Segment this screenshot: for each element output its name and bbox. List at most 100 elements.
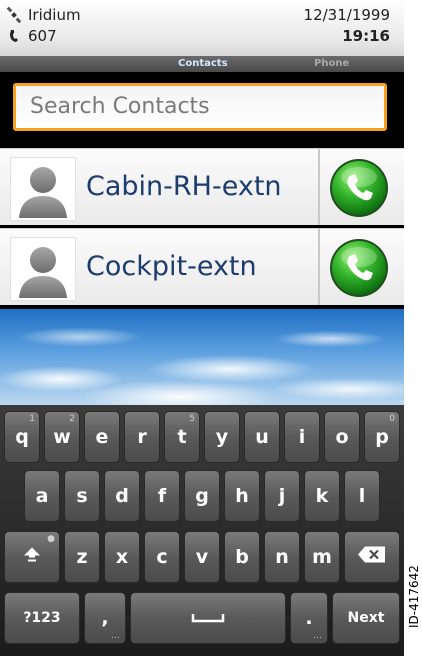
key-label: b — [235, 546, 249, 568]
key-k[interactable]: k — [304, 470, 340, 522]
contact-avatar-icon — [10, 237, 76, 301]
key-e[interactable]: e — [84, 411, 120, 463]
key-h[interactable]: h — [224, 470, 260, 522]
key-n[interactable]: n — [264, 531, 300, 583]
handset-icon — [6, 28, 22, 44]
row-divider — [318, 229, 320, 305]
search-area — [0, 72, 404, 146]
row-divider — [318, 149, 320, 225]
shift-hint: ● — [47, 534, 55, 544]
key-x[interactable]: x — [104, 531, 140, 583]
key-label: y — [215, 426, 229, 448]
wallpaper-sky — [0, 309, 404, 405]
satellite-icon — [6, 7, 22, 23]
key-z[interactable]: z — [64, 531, 100, 583]
document-id-label: ID-417642 — [407, 565, 421, 628]
key-q[interactable]: q1 — [4, 411, 40, 463]
next-key-label: Next — [347, 610, 385, 626]
key-y[interactable]: y — [204, 411, 240, 463]
phone-call-icon — [330, 159, 388, 217]
key-p[interactable]: p0 — [364, 411, 400, 463]
line-number: 607 — [28, 27, 57, 45]
key-label: a — [35, 485, 49, 507]
key-label: e — [95, 426, 109, 448]
call-button[interactable] — [328, 157, 390, 219]
backspace-icon — [345, 546, 399, 569]
contact-avatar-icon — [10, 157, 76, 221]
period-key-label: . — [305, 607, 313, 629]
key-label: n — [275, 546, 289, 568]
key-j[interactable]: j — [264, 470, 300, 522]
search-box[interactable] — [13, 83, 387, 131]
key-b[interactable]: b — [224, 531, 260, 583]
key-label: w — [53, 426, 71, 448]
key-w[interactable]: w2 — [44, 411, 80, 463]
shift-key[interactable]: ● — [4, 531, 60, 583]
contact-row[interactable]: Cabin-RH-extn — [0, 148, 404, 225]
tab-bar: Contacts Phone — [0, 56, 404, 72]
key-label: q — [15, 426, 29, 448]
key-label: m — [312, 546, 332, 568]
next-key[interactable]: Next — [332, 592, 400, 644]
backspace-key[interactable] — [344, 531, 400, 583]
key-g[interactable]: g — [184, 470, 220, 522]
symbols-key[interactable]: ?123 — [4, 592, 80, 644]
line-row: 607 — [6, 27, 57, 45]
key-l[interactable]: l — [344, 470, 380, 522]
key-hint: 1 — [29, 414, 35, 424]
soft-keyboard: ● ?123 , … . … Next q1w2ert5yuiop0asdfgh… — [0, 405, 404, 656]
key-label: k — [315, 485, 329, 507]
key-s[interactable]: s — [64, 470, 100, 522]
key-r[interactable]: r — [124, 411, 160, 463]
key-label: l — [358, 485, 366, 507]
tab-contacts[interactable]: Contacts — [178, 57, 228, 71]
key-label: j — [278, 485, 286, 507]
key-label: r — [137, 426, 147, 448]
tab-phone[interactable]: Phone — [314, 57, 349, 71]
key-f[interactable]: f — [144, 470, 180, 522]
key-u[interactable]: u — [244, 411, 280, 463]
key-label: d — [115, 485, 129, 507]
space-key[interactable] — [130, 592, 286, 644]
key-o[interactable]: o — [324, 411, 360, 463]
key-d[interactable]: d — [104, 470, 140, 522]
key-hint: 2 — [69, 414, 75, 424]
status-bar: Iridium 607 12/31/1999 19:16 — [0, 0, 404, 56]
shift-icon — [5, 545, 59, 570]
contact-name: Cabin-RH-extn — [86, 171, 282, 202]
symbols-key-label: ?123 — [23, 610, 61, 626]
key-m[interactable]: m — [304, 531, 340, 583]
comma-key[interactable]: , … — [84, 592, 126, 644]
key-label: v — [195, 546, 209, 568]
key-label: u — [255, 426, 269, 448]
key-label: s — [76, 485, 88, 507]
contact-name: Cockpit-extn — [86, 251, 257, 282]
contact-row[interactable]: Cockpit-extn — [0, 228, 404, 305]
space-icon — [131, 607, 285, 629]
key-hint: 0 — [389, 414, 395, 424]
phone-call-icon — [330, 239, 388, 297]
key-label: f — [157, 485, 167, 507]
status-date: 12/31/1999 — [303, 6, 390, 24]
period-key[interactable]: . … — [290, 592, 328, 644]
key-a[interactable]: a — [24, 470, 60, 522]
key-label: h — [235, 485, 249, 507]
key-t[interactable]: t5 — [164, 411, 200, 463]
key-hint: 5 — [189, 414, 195, 424]
key-label: p — [375, 426, 389, 448]
search-input[interactable] — [28, 93, 372, 120]
key-label: o — [335, 426, 349, 448]
key-label: i — [298, 426, 306, 448]
call-button[interactable] — [328, 237, 390, 299]
carrier-name: Iridium — [28, 6, 81, 24]
key-i[interactable]: i — [284, 411, 320, 463]
key-v[interactable]: v — [184, 531, 220, 583]
phone-screen: Iridium 607 12/31/1999 19:16 Contacts Ph… — [0, 0, 404, 656]
status-time: 19:16 — [342, 27, 390, 45]
comma-key-label: , — [101, 607, 109, 629]
key-label: x — [115, 546, 129, 568]
carrier-row: Iridium — [6, 6, 81, 24]
key-c[interactable]: c — [144, 531, 180, 583]
key-label: g — [195, 485, 209, 507]
more-dots: … — [313, 631, 322, 641]
